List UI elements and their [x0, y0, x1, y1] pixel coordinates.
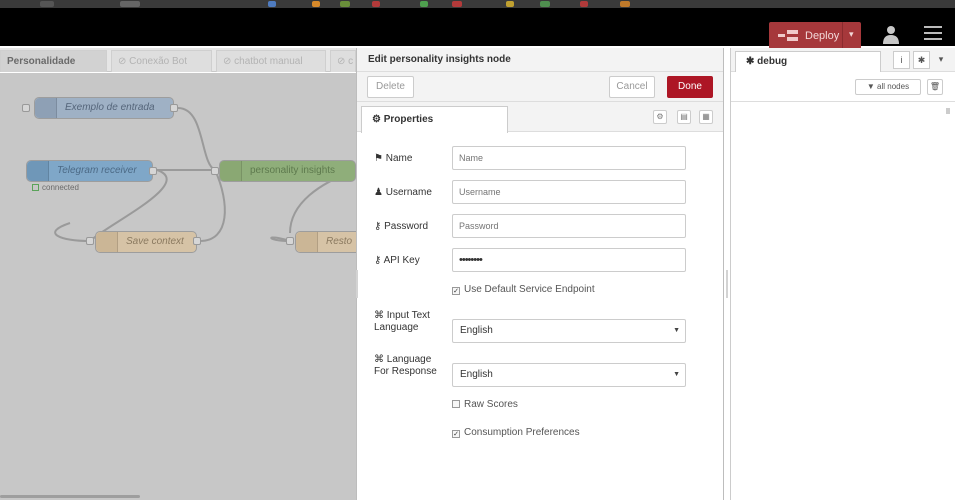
tray-title: Edit personality insights node — [357, 48, 723, 72]
deploy-separator — [842, 22, 843, 49]
input-language-label: ⌘ Input Text Language — [374, 310, 430, 333]
app-header: Deploy ▾ — [0, 8, 955, 49]
response-language-label: ⌘ Language For Response — [374, 354, 437, 377]
appearance-icon[interactable]: ▦ — [699, 110, 713, 124]
name-label: ⚑ Name — [374, 153, 413, 164]
tab-personalidade[interactable]: Personalidade — [0, 50, 107, 72]
node-status: connected — [32, 183, 79, 192]
node-label: Resto — [326, 236, 353, 247]
flow-wires — [54, 107, 356, 242]
workspace-tabs: Personalidade ⊘ Conexão Bot ⊘ chatbot ma… — [0, 48, 356, 72]
node-output-port[interactable] — [193, 237, 201, 245]
node-input-port[interactable] — [211, 167, 219, 175]
status-text: connected — [42, 183, 79, 192]
bug-icon[interactable]: ✱ — [913, 51, 930, 69]
delete-button[interactable]: Delete — [367, 76, 414, 98]
cancel-button[interactable]: Cancel — [609, 76, 655, 98]
sidebar-tabs: ✱ debug i ✱ ▾ — [731, 48, 955, 72]
user-icon: ♟ — [374, 187, 386, 198]
input-language-select[interactable]: English ▼ — [452, 319, 686, 343]
node-input-port[interactable] — [286, 237, 294, 245]
password-label: ⚷ Password — [374, 221, 429, 232]
key-icon: ⚷ — [374, 255, 384, 266]
default-endpoint-checkbox[interactable]: ✓ Use Default Service Endpoint — [452, 284, 595, 296]
language-icon: ⌘ — [374, 354, 387, 365]
tab-debug[interactable]: ✱ debug — [735, 51, 881, 72]
menu-icon[interactable] — [924, 26, 942, 42]
tray-resize-handle[interactable] — [356, 270, 358, 298]
chevron-down-icon: ▼ — [673, 327, 680, 334]
done-button[interactable]: Done — [667, 76, 713, 98]
chevron-down-icon[interactable]: ▾ — [934, 51, 948, 69]
password-input[interactable] — [452, 214, 686, 238]
response-language-select[interactable]: English ▼ — [452, 363, 686, 387]
username-label: ♟ Username — [374, 187, 432, 198]
sidebar: ✱ debug i ✱ ▾ ▼ all nodes 🗑 — [730, 48, 955, 500]
username-input[interactable] — [452, 180, 686, 204]
function-icon — [296, 232, 318, 252]
apikey-input[interactable]: •••••••• — [452, 248, 686, 272]
deploy-button[interactable]: Deploy ▾ — [769, 22, 861, 49]
debug-toolbar: ▼ all nodes 🗑 — [731, 72, 955, 102]
node-output-port[interactable] — [170, 104, 178, 112]
key-icon: ⚷ — [374, 221, 385, 232]
bug-icon: ✱ — [746, 56, 758, 67]
flow-canvas[interactable]: Exemplo de entrada Telegram receiver con… — [0, 73, 356, 500]
tray-toolbar: Delete Cancel Done — [357, 72, 723, 102]
deploy-label: Deploy — [805, 30, 840, 42]
node-label: Telegram receiver — [57, 165, 137, 176]
tab-conexao-bot[interactable]: ⊘ Conexão Bot — [111, 50, 212, 72]
tab-c[interactable]: ⊘ c — [330, 50, 356, 72]
chevron-down-icon: ▼ — [673, 371, 680, 378]
telegram-icon — [27, 161, 49, 181]
filter-icon: ▼ — [866, 82, 878, 91]
tab-properties[interactable]: ⚙ Properties — [361, 106, 508, 133]
edit-node-tray: Edit personality insights node Delete Ca… — [356, 48, 724, 500]
raw-scores-checkbox[interactable]: Raw Scores — [452, 399, 518, 411]
checkbox-checked-icon[interactable]: ✓ — [452, 287, 460, 295]
node-save-context[interactable]: Save context — [95, 231, 197, 253]
inject-icon — [35, 98, 57, 118]
watson-icon — [220, 161, 242, 181]
node-resto[interactable]: Resto — [295, 231, 356, 253]
node-exemplo-de-entrada[interactable]: Exemplo de entrada — [34, 97, 174, 119]
settings-icon[interactable]: ⚙ — [653, 110, 667, 124]
consumption-preferences-checkbox[interactable]: ✓ Consumption Preferences — [452, 427, 580, 439]
node-label: Save context — [126, 236, 184, 247]
node-input-port[interactable] — [22, 104, 30, 112]
status-indicator-icon — [32, 184, 39, 191]
tab-chatbot-manual[interactable]: ⊘ chatbot manual — [216, 50, 326, 72]
node-label: Exemplo de entrada — [65, 102, 155, 113]
apikey-label: ⚷ API Key — [374, 255, 420, 266]
deploy-icon — [778, 30, 798, 41]
os-taskbar-strip — [0, 0, 955, 8]
function-icon — [96, 232, 118, 252]
deploy-dropdown-icon[interactable]: ▾ — [849, 29, 854, 40]
node-input-port[interactable] — [86, 237, 94, 245]
node-personality-insights[interactable]: personality insights — [219, 160, 356, 182]
node-label: personality insights — [250, 165, 336, 176]
name-input[interactable] — [452, 146, 686, 170]
language-icon: ⌘ — [374, 310, 387, 321]
filter-nodes-button[interactable]: ▼ all nodes — [855, 79, 921, 95]
user-icon[interactable] — [880, 24, 902, 46]
node-telegram-receiver[interactable]: Telegram receiver — [26, 160, 153, 182]
info-tab-button[interactable]: i — [893, 51, 910, 69]
tag-icon: ⚑ — [374, 153, 386, 164]
canvas-scrollbar[interactable] — [0, 495, 140, 498]
sidebar-resize-handle[interactable] — [726, 270, 728, 298]
description-icon[interactable]: ▤ — [677, 110, 691, 124]
checkbox-checked-icon[interactable]: ✓ — [452, 430, 460, 438]
node-output-port[interactable] — [149, 167, 157, 175]
checkbox-unchecked-icon[interactable] — [452, 400, 460, 408]
trash-icon[interactable]: 🗑 — [927, 79, 943, 95]
property-tabs: ⚙ Properties ⚙ ▤ ▦ — [357, 102, 723, 133]
debug-scrollbar[interactable] — [946, 108, 950, 114]
